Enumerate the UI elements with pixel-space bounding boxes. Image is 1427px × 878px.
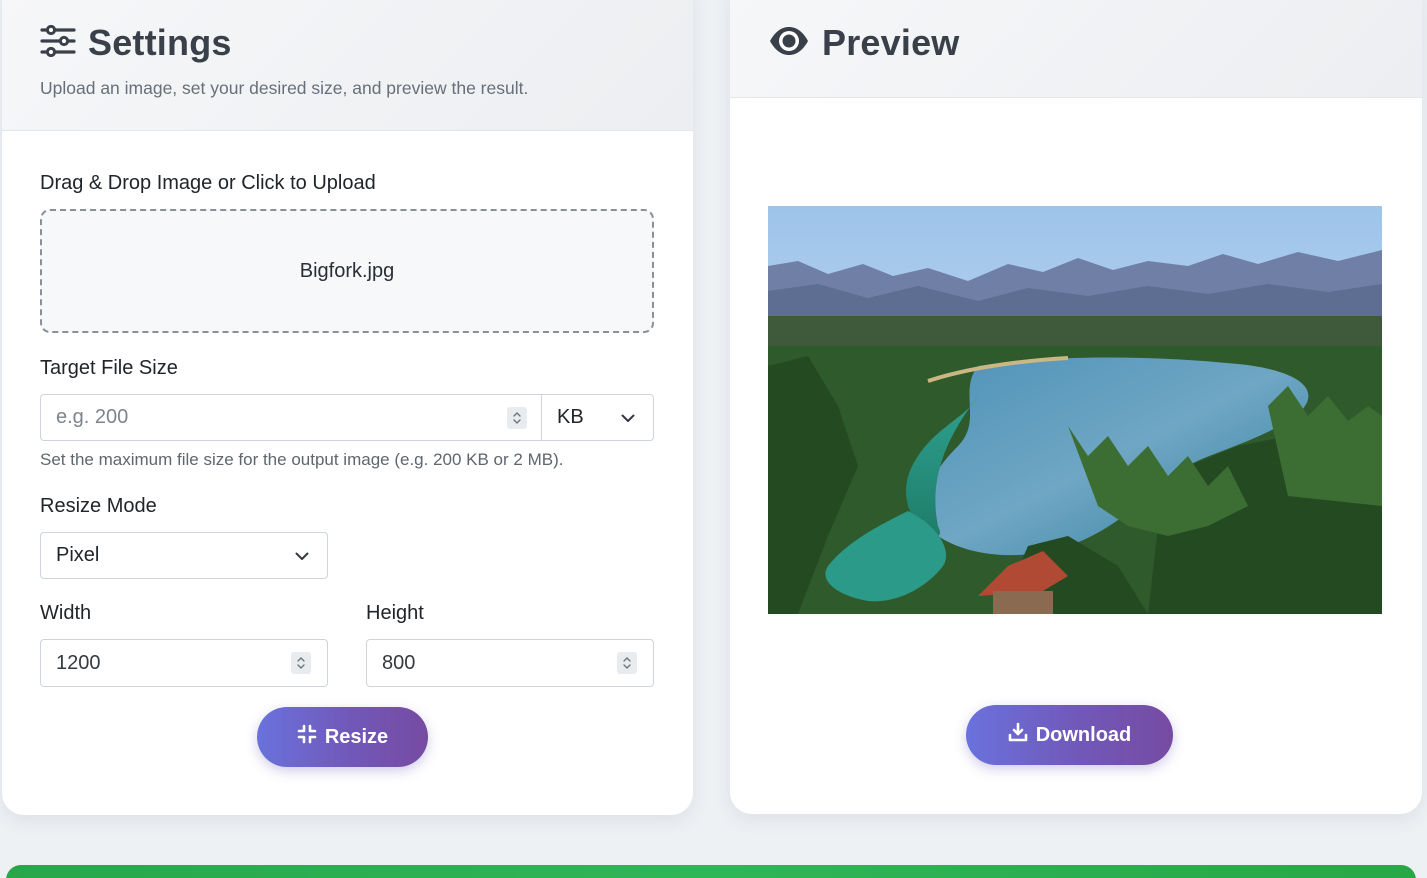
height-input[interactable]: 800: [366, 639, 654, 687]
compress-icon: [297, 724, 317, 750]
resize-button-label: Resize: [324, 725, 389, 748]
resize-mode-label: Resize Mode: [40, 495, 157, 517]
spinner-arrows-icon[interactable]: [291, 652, 311, 674]
settings-card: Settings Upload an image, set your desir…: [2, 0, 693, 815]
preview-title: Preview: [822, 22, 960, 63]
upload-dropzone[interactable]: Bigfork.jpg: [40, 209, 654, 333]
target-size-group: e.g. 200 KB: [40, 394, 654, 441]
target-size-help: Set the maximum file size for the output…: [40, 450, 564, 469]
preview-image: [768, 206, 1382, 614]
settings-header: Settings Upload an image, set your desir…: [2, 0, 693, 131]
download-button-label: Download: [1035, 723, 1132, 746]
resize-mode-value: Pixel: [56, 544, 100, 566]
preview-header: Preview: [730, 0, 1422, 98]
settings-subtitle: Upload an image, set your desired size, …: [40, 78, 529, 98]
spinner-arrows-icon[interactable]: [617, 652, 637, 674]
width-label: Width: [40, 602, 92, 624]
chevron-down-icon: [295, 544, 309, 567]
target-size-label: Target File Size: [40, 357, 178, 379]
chevron-down-icon: [621, 406, 635, 429]
download-icon: [1008, 722, 1028, 748]
status-bar: [6, 865, 1416, 878]
target-size-placeholder: e.g. 200: [56, 406, 129, 428]
width-input[interactable]: 1200: [40, 639, 328, 687]
height-label: Height: [366, 602, 424, 624]
target-size-input[interactable]: e.g. 200: [40, 394, 542, 441]
eye-icon: [768, 25, 810, 62]
resize-mode-select[interactable]: Pixel: [40, 532, 328, 579]
spinner-arrows-icon[interactable]: [507, 406, 527, 429]
download-button[interactable]: Download: [966, 705, 1173, 765]
upload-label: Drag & Drop Image or Click to Upload: [40, 172, 376, 194]
sliders-icon: [40, 24, 76, 62]
unit-value: KB: [557, 406, 584, 428]
preview-card: Preview Download: [730, 0, 1422, 814]
height-value: 800: [382, 651, 416, 674]
resize-button[interactable]: Resize: [257, 707, 428, 767]
unit-select[interactable]: KB: [542, 394, 654, 441]
settings-title: Settings: [88, 22, 232, 63]
uploaded-file-name: Bigfork.jpg: [299, 259, 395, 282]
width-value: 1200: [56, 651, 101, 674]
